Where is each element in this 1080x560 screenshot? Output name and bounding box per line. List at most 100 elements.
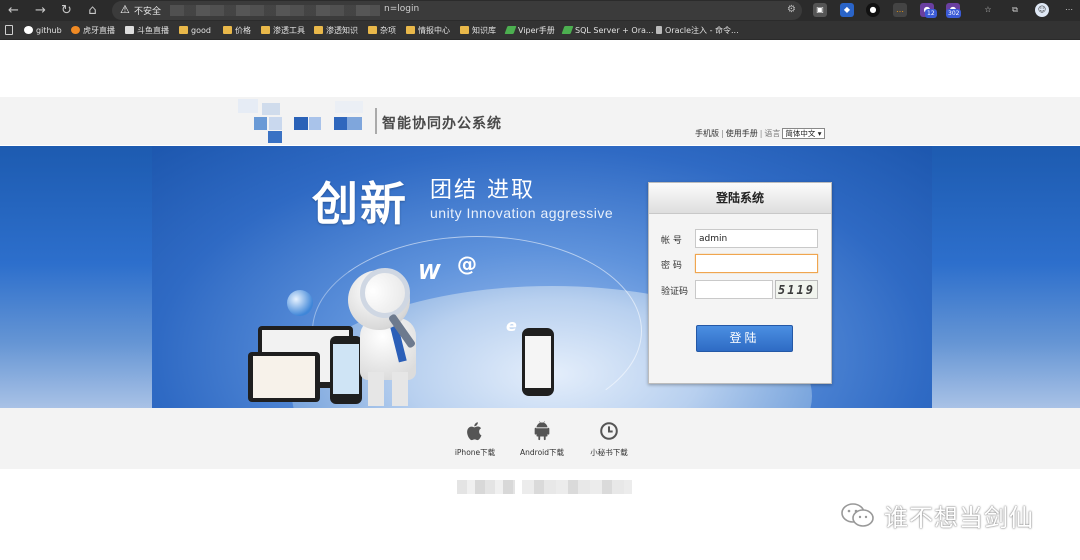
bookmark-label: 价格 — [235, 26, 251, 35]
security-label: 不安全 — [134, 7, 162, 17]
viper-icon — [504, 26, 517, 34]
w-icon: W — [418, 260, 441, 284]
bookmark-label: github — [36, 26, 62, 35]
slogan-sub: 团结 进取 — [430, 178, 535, 203]
collections-icon[interactable]: ⧉ — [1008, 3, 1022, 17]
back-icon[interactable]: ← — [5, 2, 22, 19]
password-input[interactable] — [695, 254, 818, 273]
more-menu-icon[interactable]: ⋯ — [1062, 3, 1076, 17]
assistant-download-link[interactable]: 小秘书下载 — [574, 420, 644, 458]
bookmark-item[interactable]: 渗透知识 — [314, 24, 358, 37]
captcha-row: 验证码 5119 — [649, 280, 833, 300]
tablet-graphic — [248, 352, 320, 402]
bookmark-item[interactable]: SQL Server + Ora... — [561, 24, 654, 37]
blurred-url — [170, 5, 380, 16]
captcha-input[interactable] — [695, 280, 773, 299]
warning-icon: ⚠ — [120, 3, 130, 16]
android-icon — [534, 421, 550, 441]
blurred-footer-text — [522, 480, 632, 494]
bookmark-item[interactable]: 杂项 — [368, 24, 396, 37]
captcha-image[interactable]: 5119 — [775, 280, 818, 299]
bookmark-item[interactable]: good — [179, 24, 211, 37]
extension-icon[interactable]: ● — [866, 3, 880, 17]
favorites-icon[interactable]: ☆ — [981, 3, 995, 17]
folder-icon — [406, 26, 415, 34]
extension-badge: 302 — [946, 9, 962, 18]
apple-icon — [467, 422, 482, 441]
download-label: Android下载 — [520, 448, 564, 457]
site-header — [0, 97, 1080, 145]
bookmark-item[interactable]: Viper手册 — [504, 24, 555, 37]
mobile-version-link[interactable]: 手机版 — [695, 129, 719, 138]
reload-icon[interactable]: ↻ — [58, 2, 75, 19]
bookmark-item[interactable]: 情报中心 — [406, 24, 450, 37]
login-button[interactable]: 登陆 — [696, 325, 793, 352]
password-row: 密 码 — [649, 254, 833, 274]
address-bar[interactable]: ⚠ 不安全 n=login ⚙ — [112, 1, 802, 20]
bookmark-item[interactable]: 渗透工具 — [261, 24, 305, 37]
iphone-download-link[interactable]: iPhone下载 — [440, 420, 510, 458]
url-text: n=login — [384, 4, 420, 14]
folder-icon — [314, 26, 323, 34]
blurred-footer-text — [457, 480, 515, 494]
folder-icon — [368, 26, 377, 34]
login-panel: 登陆系统 帐 号 密 码 验证码 5119 登陆 — [648, 182, 832, 384]
at-icon: @ — [457, 252, 477, 276]
download-label: 小秘书下载 — [590, 448, 628, 457]
language-selected: 简体中文 — [785, 129, 816, 138]
douyu-icon — [125, 26, 134, 34]
page-top-blank — [0, 40, 1080, 97]
folder-icon — [261, 26, 270, 34]
user-manual-link[interactable]: 使用手册 — [726, 129, 758, 138]
phone-graphic — [330, 336, 362, 404]
account-input[interactable] — [695, 229, 818, 248]
folder-icon — [179, 26, 188, 34]
bookmark-label: 情报中心 — [418, 26, 450, 35]
extension-icon[interactable]: ◆ — [840, 3, 854, 17]
slogan-main: 创新 — [312, 177, 408, 231]
extension-icon[interactable]: … — [893, 3, 907, 17]
bookmark-label: 斗鱼直播 — [137, 26, 169, 35]
phone-graphic — [522, 328, 554, 396]
bookmark-item[interactable]: Oracle注入 - 命令... — [656, 24, 739, 37]
folder-icon — [223, 26, 232, 34]
bookmark-label: 渗透工具 — [273, 26, 305, 35]
language-select[interactable]: 简体中文 ▾ — [782, 128, 825, 139]
bookmark-label: SQL Server + Ora... — [575, 26, 654, 35]
bookmark-item[interactable]: github — [24, 24, 62, 37]
extension-icon[interactable]: ▣ — [813, 3, 827, 17]
folder-icon — [460, 26, 469, 34]
site-settings-icon[interactable]: ⚙ — [787, 4, 796, 15]
download-label: iPhone下载 — [454, 448, 496, 457]
bookmark-item[interactable]: 价格 — [223, 24, 251, 37]
github-icon — [24, 26, 33, 34]
profile-avatar-icon[interactable]: ☺ — [1035, 3, 1049, 17]
logo-divider — [375, 108, 377, 134]
bookmark-item[interactable]: 知识库 — [460, 24, 496, 37]
android-download-link[interactable]: Android下载 — [507, 420, 577, 458]
bookmark-label: Viper手册 — [518, 26, 555, 35]
bookmark-item[interactable]: 虎牙直播 — [71, 24, 115, 37]
home-icon[interactable]: ⌂ — [84, 2, 101, 19]
e-icon: e — [506, 316, 517, 335]
slogan-english: unity Innovation aggressive — [430, 205, 614, 221]
viper-icon — [561, 26, 574, 34]
language-label: 语言 — [764, 129, 781, 138]
bookmark-item[interactable]: 斗鱼直播 — [125, 24, 169, 37]
extension-badge: 12 — [925, 9, 937, 18]
bookmark-label: Oracle注入 - 命令... — [665, 26, 739, 35]
header-links: 手机版 | 使用手册 | 语言 简体中文 ▾ — [695, 128, 825, 139]
globe-icon — [287, 290, 313, 316]
browser-toolbar: ← → ↻ ⌂ ⚠ 不安全 n=login ⚙ ▣ ◆ ● … ● 12 ● 3… — [0, 0, 1080, 21]
bookmark-label: 杂项 — [380, 26, 396, 35]
bookmark-label: 虎牙直播 — [83, 26, 115, 35]
bookmark-label: good — [191, 26, 211, 35]
password-label: 密 码 — [661, 261, 682, 271]
wechat-icon — [841, 503, 874, 527]
account-label: 帐 号 — [661, 236, 682, 246]
screenshot-root: ← → ↻ ⌂ ⚠ 不安全 n=login ⚙ ▣ ◆ ● … ● 12 ● 3… — [0, 0, 1080, 560]
bookmark-label: 渗透知识 — [326, 26, 358, 35]
forward-icon[interactable]: → — [32, 2, 49, 19]
page-icon — [5, 25, 13, 35]
huya-icon — [71, 26, 80, 34]
